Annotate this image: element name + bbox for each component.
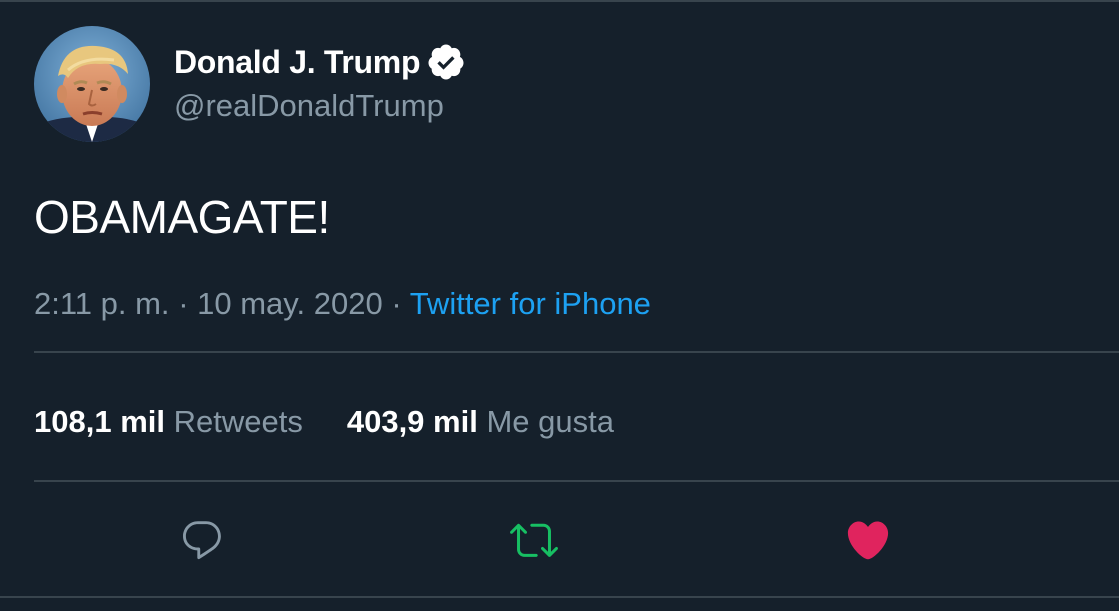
retweet-icon	[510, 523, 558, 557]
like-button[interactable]	[844, 516, 892, 564]
divider	[34, 351, 1119, 353]
top-border	[0, 0, 1119, 2]
author-handle[interactable]: @realDonaldTrump	[174, 88, 444, 124]
reply-button[interactable]	[178, 516, 226, 564]
likes-label: Me gusta	[486, 404, 614, 439]
divider	[34, 480, 1119, 482]
author-name-row[interactable]: Donald J. Trump	[174, 40, 466, 84]
verified-badge-icon	[426, 42, 466, 82]
heart-icon	[847, 521, 889, 560]
author-display-name[interactable]: Donald J. Trump	[174, 44, 421, 81]
avatar[interactable]	[34, 26, 150, 142]
tweet-source-link[interactable]: Twitter for iPhone	[410, 286, 651, 321]
likes-stat[interactable]: 403,9 mil Me gusta	[347, 404, 614, 439]
tweet-meta: 2:11 p. m. · 10 may. 2020 · Twitter for …	[34, 286, 651, 322]
retweets-label: Retweets	[173, 404, 303, 439]
likes-count: 403,9 mil	[346, 404, 478, 439]
retweets-stat[interactable]: 108,1 mil Retweets	[34, 404, 303, 439]
retweet-button[interactable]	[510, 516, 558, 564]
tweet-text: OBAMAGATE!	[34, 191, 330, 243]
tweet-date[interactable]: 10 may. 2020	[197, 286, 383, 321]
bottom-border	[0, 596, 1119, 598]
reply-icon	[183, 521, 221, 560]
meta-separator: ·	[178, 286, 189, 321]
retweets-count: 108,1 mil	[34, 404, 165, 439]
tweet-stats: 108,1 mil Retweets 403,9 mil Me gusta	[34, 404, 614, 440]
tweet-time[interactable]: 2:11 p. m.	[34, 286, 170, 321]
meta-separator: ·	[391, 286, 402, 321]
